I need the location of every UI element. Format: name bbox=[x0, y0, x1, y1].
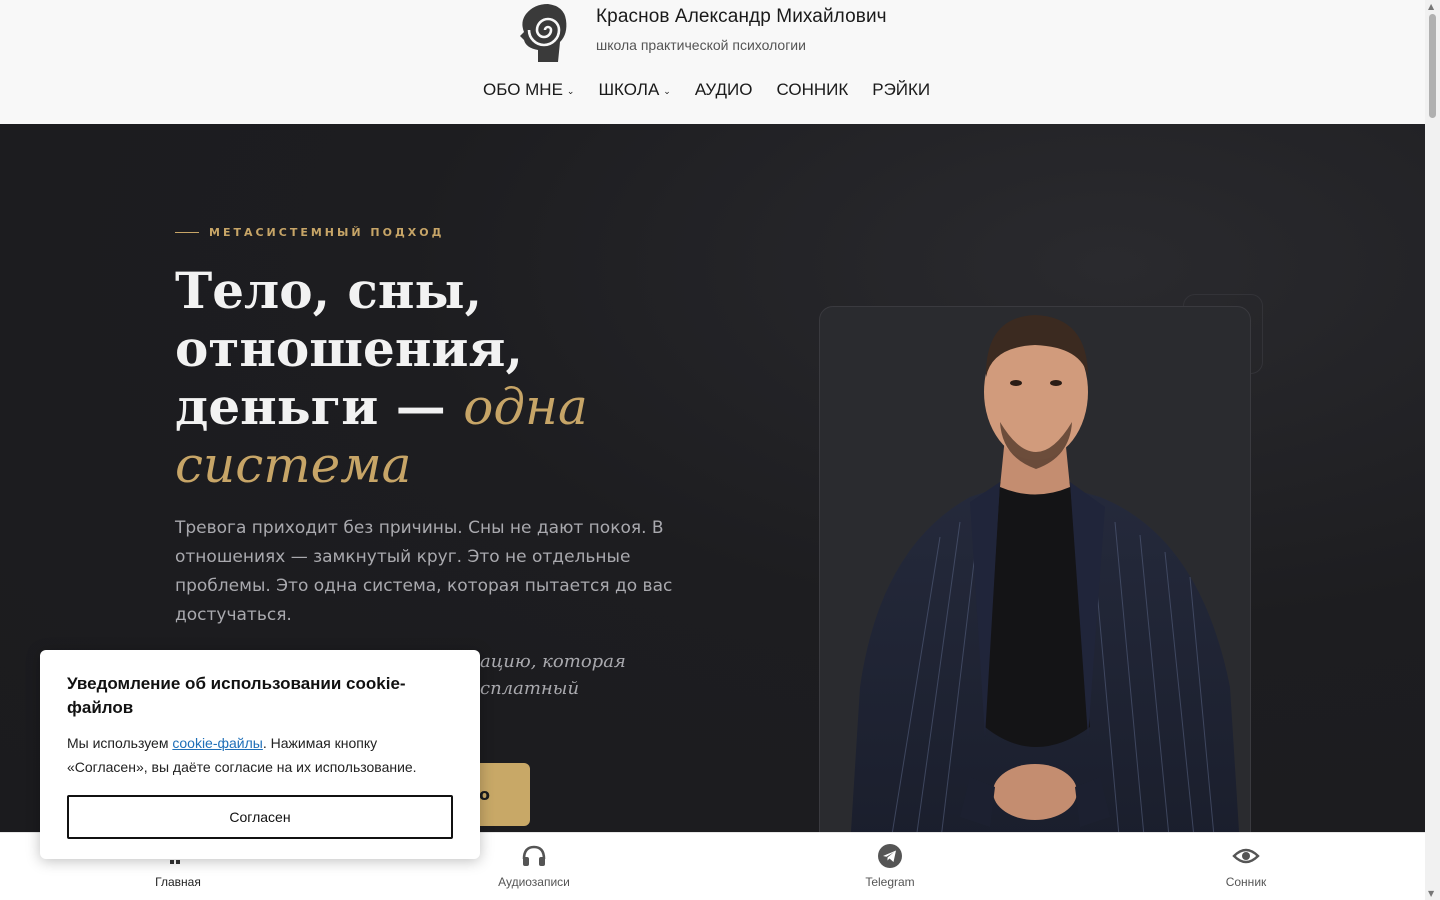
scroll-thumb[interactable] bbox=[1429, 14, 1436, 118]
scroll-down-arrow-icon[interactable]: ▼ bbox=[1428, 889, 1434, 898]
nav-label: ШКОЛА bbox=[598, 80, 660, 99]
cookie-text: Мы используем cookie-файлы. Нажимая кноп… bbox=[67, 731, 453, 779]
bottom-nav-dreambook[interactable]: Сонник bbox=[1166, 841, 1326, 889]
hero-secondary-text: ацию, которая сплатный bbox=[480, 651, 626, 699]
site-subtitle: школа практической психологии bbox=[596, 37, 806, 53]
hero-eyebrow: МЕТАСИСТЕМНЫЙ ПОДХОД bbox=[175, 226, 444, 239]
nav-label: ОБО МНЕ bbox=[483, 80, 563, 99]
cookie-notice: Уведомление об использовании cookie-файл… bbox=[40, 650, 480, 859]
chevron-down-icon: ⌄ bbox=[663, 86, 671, 96]
portrait-illustration bbox=[850, 315, 1240, 832]
eyebrow-line bbox=[175, 232, 199, 233]
cookie-policy-link[interactable]: cookie-файлы bbox=[172, 735, 263, 751]
main-nav: ОБО МНЕ ⌄ ШКОЛА ⌄ АУДИО СОННИК РЭЙКИ bbox=[483, 80, 954, 100]
brand[interactable]: Краснов Александр Михайлович школа практ… bbox=[518, 0, 887, 62]
cookie-text-before: Мы используем bbox=[67, 735, 173, 751]
hero-lead: Тревога приходит без причины. Сны не даю… bbox=[175, 518, 673, 625]
eye-icon bbox=[1166, 841, 1326, 871]
nav-item-audio[interactable]: АУДИО bbox=[695, 80, 753, 100]
nav-label: АУДИО bbox=[694, 80, 753, 99]
chevron-down-icon: ⌄ bbox=[566, 86, 575, 96]
scrollbar[interactable]: ▲ ▼ bbox=[1425, 0, 1440, 900]
nav-item-dreambook[interactable]: СОННИК bbox=[776, 80, 848, 100]
hero-headline: Тело, сны, отношения, деньги — одна сист… bbox=[175, 262, 735, 495]
site-title: Краснов Александр Михайлович bbox=[596, 6, 887, 27]
telegram-icon bbox=[810, 841, 970, 871]
nav-item-about[interactable]: ОБО МНЕ ⌄ bbox=[483, 80, 574, 100]
tab-label: Аудиозаписи bbox=[498, 875, 570, 889]
logo-head-spiral-icon bbox=[520, 4, 567, 62]
nav-label: РЭЙКИ bbox=[872, 80, 931, 99]
nav-item-reiki[interactable]: РЭЙКИ bbox=[872, 80, 930, 100]
portrait-photo bbox=[819, 306, 1251, 832]
cookie-accept-button[interactable]: Согласен bbox=[67, 795, 453, 839]
tab-label: Сонник bbox=[1225, 875, 1267, 889]
cookie-title: Уведомление об использовании cookie-файл… bbox=[67, 674, 406, 717]
eyebrow-text: МЕТАСИСТЕМНЫЙ ПОДХОД bbox=[209, 226, 445, 239]
bottom-nav-telegram[interactable]: Telegram bbox=[810, 841, 970, 889]
nav-item-school[interactable]: ШКОЛА ⌄ bbox=[598, 80, 670, 100]
site-header: Краснов Александр Михайлович школа практ… bbox=[0, 0, 1425, 124]
nav-label: СОННИК bbox=[776, 80, 849, 99]
tab-label: Telegram bbox=[865, 875, 915, 889]
tab-label: Главная bbox=[155, 875, 201, 889]
scroll-up-arrow-icon[interactable]: ▲ bbox=[1428, 2, 1434, 11]
